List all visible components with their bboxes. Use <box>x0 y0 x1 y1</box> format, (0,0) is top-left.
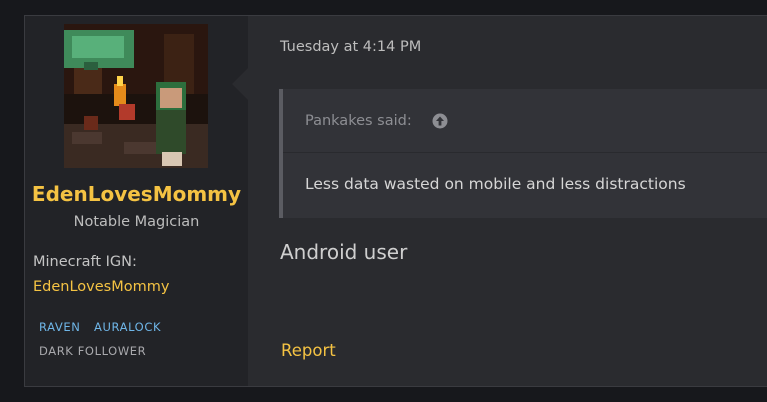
ign-label: Minecraft IGN: <box>33 254 137 270</box>
badge-auralock: AURALOCK <box>94 320 162 334</box>
sidebar-pointer <box>232 68 248 100</box>
quote-block: Pankakes said: Less data wasted on mobil… <box>279 89 767 218</box>
quote-author: Pankakes said: <box>305 113 412 129</box>
username[interactable]: EdenLovesMommy <box>25 182 248 206</box>
post-timestamp[interactable]: Tuesday at 4:14 PM <box>280 39 421 55</box>
user-sidebar: EdenLovesMommy Notable Magician Minecraf… <box>25 16 248 386</box>
quote-header: Pankakes said: <box>283 89 767 153</box>
avatar[interactable] <box>64 24 208 168</box>
user-title: Notable Magician <box>73 214 200 230</box>
badge-dark-follower: DARK FOLLOWER <box>39 344 147 358</box>
badge-raven: RAVEN <box>39 320 81 334</box>
avatar-image <box>64 24 208 168</box>
forum-post: EdenLovesMommy Notable Magician Minecraf… <box>24 15 767 387</box>
ign-value: EdenLovesMommy <box>33 279 170 295</box>
quote-text: Less data wasted on mobile and less dist… <box>305 175 686 193</box>
arrow-up-circle-icon[interactable] <box>432 113 448 129</box>
report-link[interactable]: Report <box>281 341 336 360</box>
post-message: Android user <box>280 240 408 264</box>
